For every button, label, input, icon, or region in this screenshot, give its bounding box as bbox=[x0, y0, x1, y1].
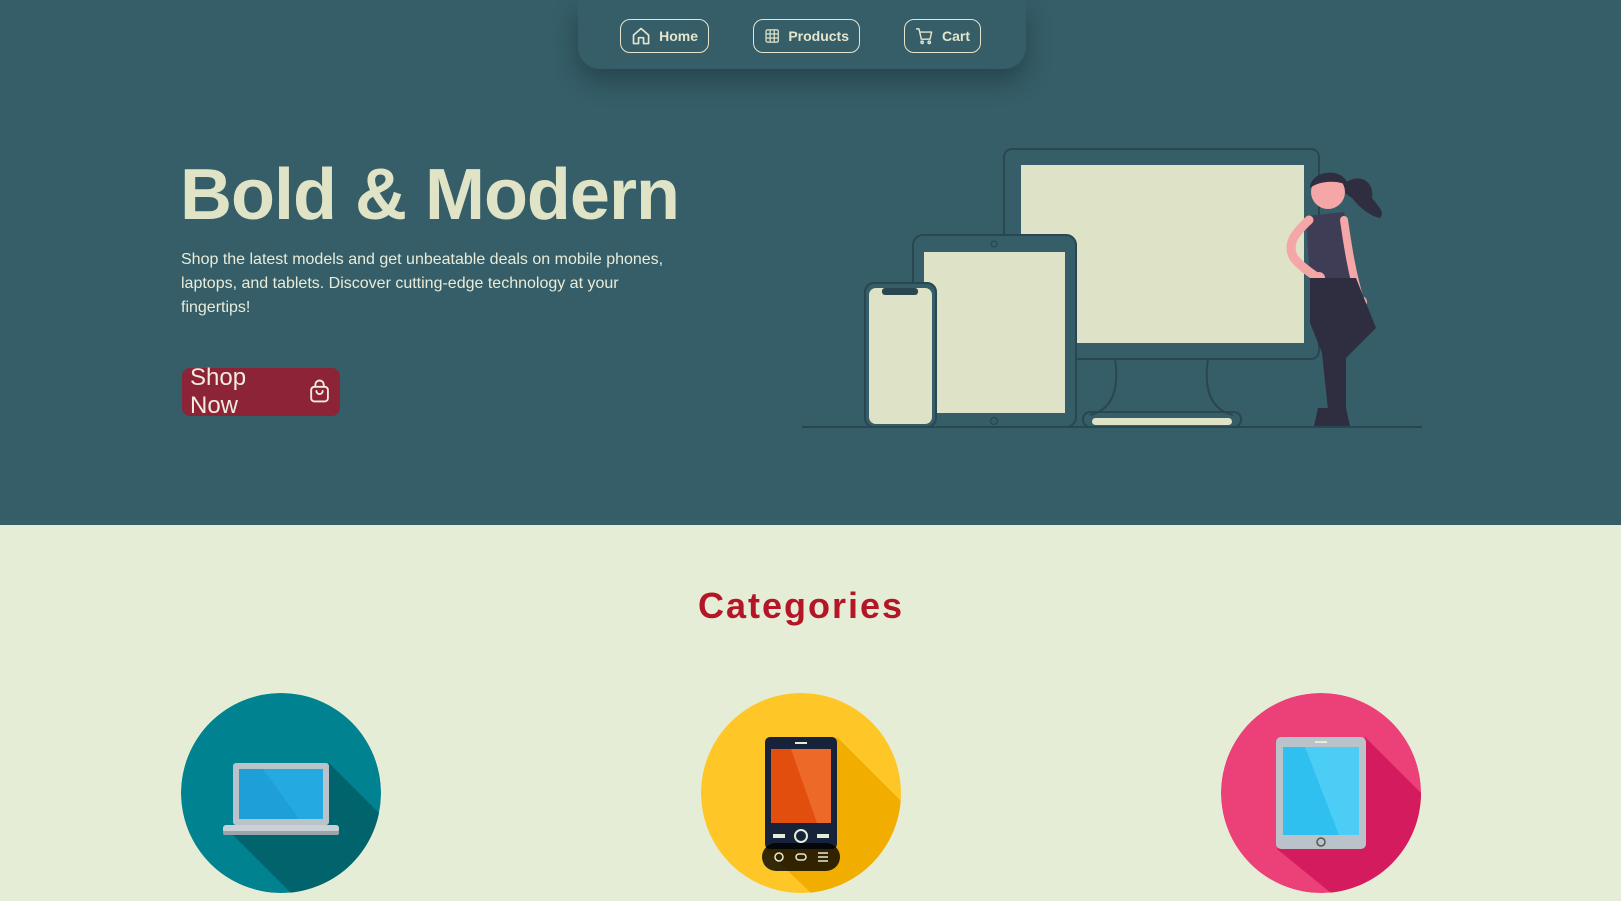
category-mobile-phones[interactable] bbox=[701, 693, 901, 893]
nav-cart-button[interactable]: Cart bbox=[904, 19, 981, 53]
nav-home-button[interactable]: Home bbox=[620, 19, 709, 53]
mobile-phone-icon bbox=[701, 693, 901, 893]
nav-products-button[interactable]: Products bbox=[753, 19, 860, 53]
nav-products-label: Products bbox=[788, 28, 849, 44]
shopping-bag-icon bbox=[310, 379, 329, 403]
nav-cart-label: Cart bbox=[941, 28, 970, 44]
home-icon bbox=[632, 27, 650, 45]
nav-home-label: Home bbox=[659, 28, 698, 44]
category-laptops[interactable] bbox=[181, 693, 381, 893]
hero-section: Home Products Cart Bold & Modern Shop th… bbox=[0, 0, 1621, 525]
shop-now-button[interactable]: Shop Now bbox=[182, 364, 340, 419]
devices-illustration bbox=[802, 148, 1422, 428]
grid-icon bbox=[765, 29, 779, 43]
hero-description: Shop the latest models and get unbeatabl… bbox=[181, 251, 664, 316]
shop-now-label: Shop Now bbox=[190, 364, 247, 419]
category-tablets[interactable] bbox=[1221, 693, 1421, 893]
laptop-icon bbox=[181, 693, 381, 893]
cart-icon bbox=[915, 28, 933, 45]
categories-title: Categories bbox=[697, 585, 905, 626]
tablet-icon bbox=[1221, 693, 1421, 893]
hero-title: Bold & Modern bbox=[180, 155, 680, 235]
top-navbar: Home Products Cart bbox=[578, 0, 1026, 69]
